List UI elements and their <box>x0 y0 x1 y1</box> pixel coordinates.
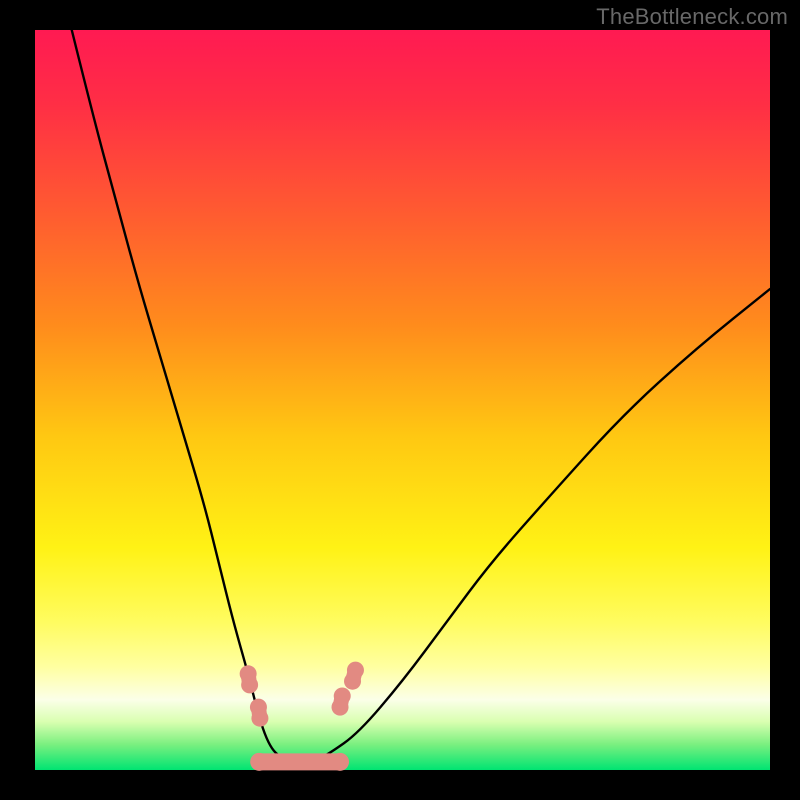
chart-frame: TheBottleneck.com <box>0 0 800 800</box>
bottleneck-chart <box>0 0 800 800</box>
gradient-background <box>35 30 770 770</box>
marker-bottom-band <box>250 753 349 771</box>
